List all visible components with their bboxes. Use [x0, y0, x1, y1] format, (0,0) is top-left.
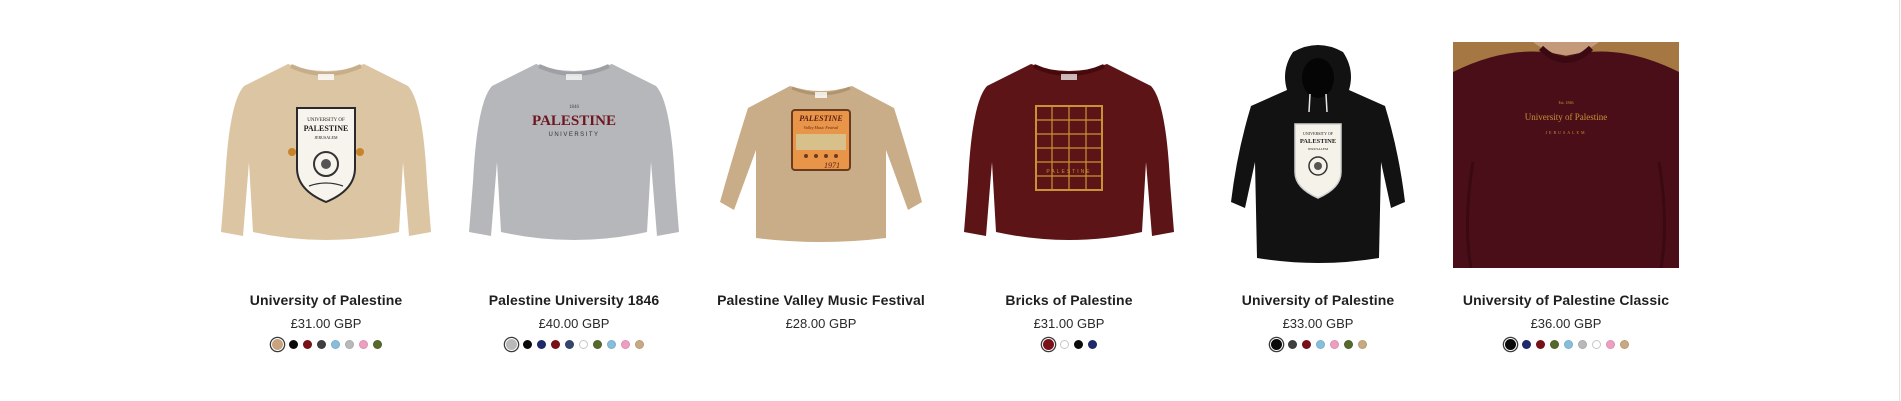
sand-crewneck-sweatshirt-crest-icon: UNIVERSITY OF PALESTINE JERUSALEM: [221, 64, 431, 240]
print-line-3: JERUSALEM: [1308, 147, 1329, 151]
swatch-tan[interactable]: [1619, 340, 1629, 349]
product-image[interactable]: UNIVERSITY OF PALESTINE JERUSALEM: [1205, 42, 1431, 268]
swatch-olive[interactable]: [1549, 340, 1559, 349]
swatch-tan[interactable]: [1357, 340, 1367, 349]
color-swatches: [441, 338, 707, 351]
product-image[interactable]: PALESTINE: [956, 42, 1182, 268]
color-swatches: [1433, 338, 1699, 351]
swatch-ash[interactable]: [344, 340, 354, 349]
print-line-2: PALESTINE: [532, 113, 616, 129]
print-line-1: UNIVERSITY OF: [307, 118, 345, 123]
print-line-2: University of Palestine: [1525, 112, 1608, 122]
swatch-heather-navy[interactable]: [564, 340, 574, 349]
color-swatches: [193, 338, 459, 351]
swatch-white[interactable]: [1591, 340, 1601, 349]
swatch-black[interactable]: [1073, 340, 1083, 349]
product-title[interactable]: University of Palestine: [1185, 292, 1451, 308]
product-image[interactable]: Est. 1846 University of Palestine JERUSA…: [1453, 42, 1679, 268]
swatch-sky[interactable]: [606, 340, 616, 349]
swatch-black[interactable]: [1269, 338, 1283, 351]
swatch-sand[interactable]: [270, 338, 284, 351]
product-title[interactable]: Palestine Valley Music Festival: [688, 292, 954, 308]
sand-long-sleeve-tee-icon: PALESTINE Valley Music Festival 1971: [720, 86, 922, 242]
product-title[interactable]: University of Palestine Classic: [1433, 292, 1699, 308]
swatch-pink[interactable]: [1605, 340, 1615, 349]
print-line-3: JERUSALEM: [1545, 130, 1586, 135]
swatch-maroon[interactable]: [1301, 340, 1311, 349]
swatch-olive[interactable]: [1343, 340, 1353, 349]
swatch-pink[interactable]: [358, 340, 368, 349]
swatch-white[interactable]: [1059, 340, 1069, 349]
maroon-sweatshirt-photo-icon: Est. 1846 University of Palestine JERUSA…: [1453, 42, 1679, 268]
product-price: £33.00 GBP: [1282, 316, 1354, 331]
product-price: £31.00 GBP: [290, 316, 362, 331]
black-hoodie-crest-icon: UNIVERSITY OF PALESTINE JERUSALEM: [1231, 45, 1405, 263]
product-image[interactable]: PALESTINE Valley Music Festival 1971: [708, 42, 934, 268]
print-line-1: PALESTINE: [1046, 169, 1091, 175]
print-line-1: 1846: [569, 105, 580, 110]
product-card[interactable]: PALESTINE Valley Music Festival 1971 Pal…: [708, 42, 934, 382]
product-image[interactable]: UNIVERSITY OF PALESTINE JERUSALEM: [213, 42, 439, 268]
print-line-2: PALESTINE: [304, 124, 349, 133]
product-price: £36.00 GBP: [1530, 316, 1602, 331]
product-image[interactable]: 1846 PALESTINE UNIVERSITY: [461, 42, 687, 268]
print-line-2: Valley Music Festival: [804, 125, 839, 130]
swatch-sky[interactable]: [330, 340, 340, 349]
color-swatches: [936, 338, 1202, 351]
product-price: £40.00 GBP: [538, 316, 610, 331]
grey-crewneck-sweatshirt-icon: 1846 PALESTINE UNIVERSITY: [469, 64, 679, 240]
product-price: £28.00 GBP: [785, 316, 857, 331]
swatch-maroon[interactable]: [550, 340, 560, 349]
print-line-3: 1971: [824, 161, 840, 170]
swatch-charcoal[interactable]: [1287, 340, 1297, 349]
product-price: £31.00 GBP: [1033, 316, 1105, 331]
swatch-maroon[interactable]: [302, 340, 312, 349]
product-card[interactable]: Est. 1846 University of Palestine JERUSA…: [1453, 42, 1679, 382]
swatch-maroon[interactable]: [1535, 340, 1545, 349]
swatch-ash[interactable]: [504, 338, 518, 351]
swatch-sky[interactable]: [1315, 340, 1325, 349]
swatch-sky[interactable]: [1563, 340, 1573, 349]
product-title[interactable]: Palestine University 1846: [441, 292, 707, 308]
swatch-white[interactable]: [578, 340, 588, 349]
maroon-crewneck-sweatshirt-icon: PALESTINE: [964, 64, 1174, 240]
print-line-3: UNIVERSITY: [548, 132, 599, 138]
swatch-olive[interactable]: [372, 340, 382, 349]
swatch-maroon[interactable]: [1041, 338, 1055, 351]
swatch-navy[interactable]: [536, 340, 546, 349]
swatch-black[interactable]: [1503, 338, 1517, 351]
product-grid: UNIVERSITY OF PALESTINE JERUSALEM Univer…: [0, 0, 1901, 401]
swatch-charcoal[interactable]: [316, 340, 326, 349]
swatch-navy[interactable]: [1521, 340, 1531, 349]
product-title[interactable]: University of Palestine: [193, 292, 459, 308]
product-card[interactable]: UNIVERSITY OF PALESTINE JERUSALEM Univer…: [1205, 42, 1431, 382]
product-card[interactable]: PALESTINE Bricks of Palestine £31.00 GBP: [956, 42, 1182, 382]
swatch-pink[interactable]: [1329, 340, 1339, 349]
swatch-tan[interactable]: [634, 340, 644, 349]
swatch-pink[interactable]: [620, 340, 630, 349]
swatch-black[interactable]: [288, 340, 298, 349]
print-line-1: UNIVERSITY OF: [1303, 131, 1334, 136]
swatch-olive[interactable]: [592, 340, 602, 349]
product-card[interactable]: 1846 PALESTINE UNIVERSITY Palestine Univ…: [461, 42, 687, 382]
color-swatches: [1185, 338, 1451, 351]
product-title[interactable]: Bricks of Palestine: [936, 292, 1202, 308]
print-line-2: PALESTINE: [1300, 138, 1336, 145]
product-card[interactable]: UNIVERSITY OF PALESTINE JERUSALEM Univer…: [213, 42, 439, 382]
print-line-3: JERUSALEM: [314, 135, 338, 140]
print-line-1: Est. 1846: [1558, 100, 1573, 105]
swatch-black[interactable]: [522, 340, 532, 349]
swatch-ash[interactable]: [1577, 340, 1587, 349]
print-line-1: PALESTINE: [799, 114, 842, 123]
swatch-navy[interactable]: [1087, 340, 1097, 349]
